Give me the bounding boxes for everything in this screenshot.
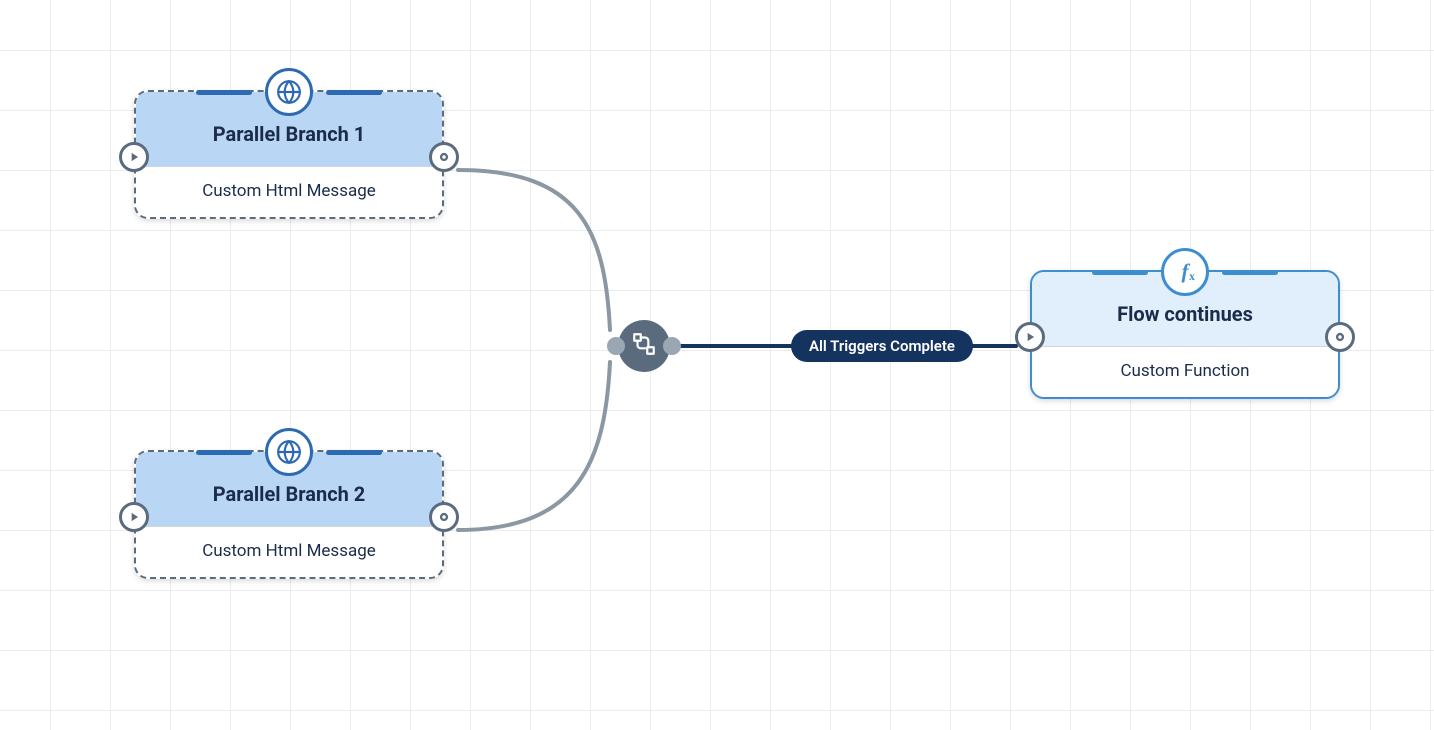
merge-icon — [631, 331, 657, 361]
edge-label[interactable]: All Triggers Complete — [791, 330, 973, 362]
globe-icon — [265, 68, 313, 116]
merge-input-port[interactable] — [607, 337, 625, 355]
function-icon: f x — [1161, 248, 1209, 296]
input-port[interactable] — [119, 502, 149, 532]
node-title: Parallel Branch 1 — [213, 122, 366, 146]
node-header-stub — [326, 450, 382, 455]
flow-canvas[interactable]: Parallel Branch 1 Custom Html Message Pa… — [0, 0, 1434, 730]
output-port[interactable] — [429, 502, 459, 532]
node-subtitle: Custom Html Message — [136, 166, 442, 217]
svg-text:x: x — [1189, 270, 1195, 283]
node-title: Parallel Branch 2 — [213, 482, 366, 506]
node-header-stub — [196, 450, 252, 455]
output-port[interactable] — [429, 142, 459, 172]
node-header: Parallel Branch 1 — [136, 92, 442, 166]
node-header-stub — [326, 90, 382, 95]
input-port[interactable] — [1015, 322, 1045, 352]
merge-output-port[interactable] — [663, 337, 681, 355]
node-header: f x Flow continues — [1032, 272, 1338, 346]
node-flow-continues[interactable]: f x Flow continues Custom Function — [1030, 270, 1340, 399]
node-header: Parallel Branch 2 — [136, 452, 442, 526]
node-parallel-branch-2[interactable]: Parallel Branch 2 Custom Html Message — [134, 450, 444, 579]
node-parallel-branch-1[interactable]: Parallel Branch 1 Custom Html Message — [134, 90, 444, 219]
globe-icon — [265, 428, 313, 476]
node-header-stub — [196, 90, 252, 95]
node-header-stub — [1222, 270, 1278, 275]
node-title: Flow continues — [1117, 302, 1253, 326]
output-port[interactable] — [1325, 322, 1355, 352]
input-port[interactable] — [119, 142, 149, 172]
merge-node[interactable] — [618, 320, 670, 372]
node-subtitle: Custom Function — [1032, 346, 1338, 397]
node-header-stub — [1092, 270, 1148, 275]
node-subtitle: Custom Html Message — [136, 526, 442, 577]
